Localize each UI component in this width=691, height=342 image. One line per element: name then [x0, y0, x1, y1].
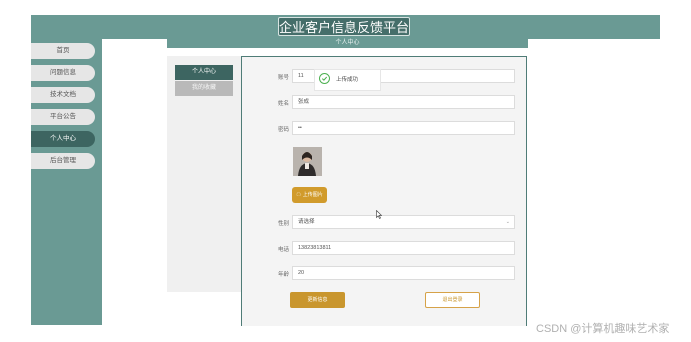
sidebar-item-tech-docs[interactable]: 技术文档 — [31, 87, 95, 103]
app-title: 企业客户信息反馈平台 — [278, 17, 410, 36]
age-field[interactable]: 20 — [292, 266, 515, 280]
sidebar-item-admin[interactable]: 后台管理 — [31, 153, 95, 169]
menu-item-personal-center[interactable]: 个人中心 — [175, 65, 233, 80]
chevron-down-icon: ⌄ — [505, 219, 510, 225]
gender-select-value: 请选择 — [298, 219, 315, 225]
menu-item-my-favorites[interactable]: 我的收藏 — [175, 81, 233, 96]
sidebar-item-home[interactable]: 首页 — [31, 43, 95, 59]
name-field[interactable]: 张成 — [292, 95, 515, 109]
gender-label: 性别 — [278, 221, 290, 227]
upload-button-label: 上传图片 — [302, 192, 323, 198]
upload-image-button[interactable]: ☁ 上传图片 — [292, 187, 327, 203]
gender-select[interactable]: 请选择 ⌄ — [292, 215, 515, 229]
sidebar-item-personal-center[interactable]: 个人中心 — [31, 131, 95, 147]
sidebar-item-issues[interactable]: 问题信息 — [31, 65, 95, 81]
mouse-cursor-icon — [376, 206, 383, 224]
phone-field[interactable]: 13823813811 — [292, 241, 515, 255]
watermark: CSDN @计算机趣味艺术家 — [536, 323, 670, 335]
password-label: 密码 — [278, 127, 290, 133]
phone-label: 电话 — [278, 247, 290, 253]
sidebar-item-announcements[interactable]: 平台公告 — [31, 109, 95, 125]
sidebar — [31, 39, 102, 325]
cloud-upload-icon: ☁ — [296, 192, 302, 198]
account-label: 账号 — [278, 75, 290, 81]
success-check-icon — [319, 73, 330, 84]
logout-button[interactable]: 退出登录 — [425, 292, 480, 308]
password-field[interactable]: •• — [292, 121, 515, 135]
update-info-button[interactable]: 更新信息 — [290, 292, 345, 308]
avatar — [293, 147, 322, 176]
name-label: 姓名 — [278, 101, 290, 107]
page-subtitle: 个人中心 — [167, 38, 528, 48]
age-label: 年龄 — [278, 272, 290, 278]
